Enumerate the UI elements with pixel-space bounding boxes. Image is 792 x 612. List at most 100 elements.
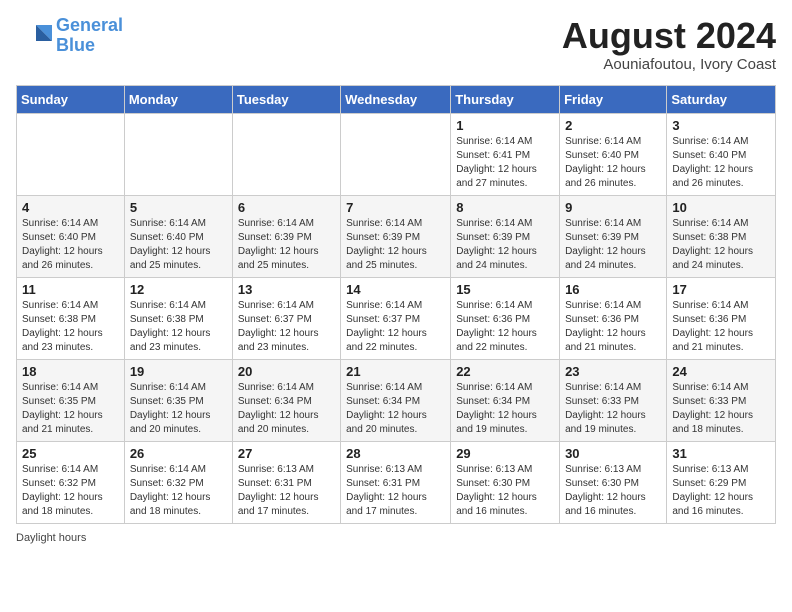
calendar-cell: 31 Sunrise: 6:13 AM Sunset: 6:29 PM Dayli…	[667, 441, 776, 523]
day-info: Sunrise: 6:14 AM Sunset: 6:40 PM Dayligh…	[22, 217, 119, 273]
day-header-saturday: Saturday	[667, 85, 776, 113]
calendar-cell: 20 Sunrise: 6:14 AM Sunset: 6:34 PM Dayli…	[232, 359, 340, 441]
day-info: Sunrise: 6:14 AM Sunset: 6:34 PM Dayligh…	[346, 381, 445, 437]
day-number: 14	[346, 282, 445, 297]
day-info: Sunrise: 6:14 AM Sunset: 6:36 PM Dayligh…	[456, 299, 554, 355]
calendar-cell	[17, 113, 125, 195]
title-block: August 2024 Aouniafoutou, Ivory Coast	[562, 16, 776, 73]
logo-text: General Blue	[56, 16, 123, 56]
day-header-sunday: Sunday	[17, 85, 125, 113]
day-number: 11	[22, 282, 119, 297]
calendar-cell: 8 Sunrise: 6:14 AM Sunset: 6:39 PM Daylig…	[451, 195, 560, 277]
calendar-cell: 11 Sunrise: 6:14 AM Sunset: 6:38 PM Dayli…	[17, 277, 125, 359]
day-info: Sunrise: 6:14 AM Sunset: 6:39 PM Dayligh…	[238, 217, 335, 273]
day-number: 23	[565, 364, 661, 379]
day-number: 12	[130, 282, 227, 297]
calendar-cell: 3Sunrise: 6:14 AM Sunset: 6:40 PM Daylig…	[667, 113, 776, 195]
day-number: 28	[346, 446, 445, 461]
day-number: 22	[456, 364, 554, 379]
day-number: 17	[672, 282, 770, 297]
calendar-cell: 27 Sunrise: 6:13 AM Sunset: 6:31 PM Dayli…	[232, 441, 340, 523]
day-info: Sunrise: 6:13 AM Sunset: 6:31 PM Dayligh…	[346, 463, 445, 519]
calendar-cell: 21 Sunrise: 6:14 AM Sunset: 6:34 PM Dayli…	[341, 359, 451, 441]
footer-text: Daylight hours	[16, 532, 86, 544]
day-number: 21	[346, 364, 445, 379]
day-number: 1	[456, 118, 554, 133]
day-number: 7	[346, 200, 445, 215]
day-number: 6	[238, 200, 335, 215]
calendar-table: SundayMondayTuesdayWednesdayThursdayFrid…	[16, 85, 776, 524]
calendar-cell	[232, 113, 340, 195]
day-header-friday: Friday	[560, 85, 667, 113]
day-number: 19	[130, 364, 227, 379]
calendar-cell: 1Sunrise: 6:14 AM Sunset: 6:41 PM Daylig…	[451, 113, 560, 195]
day-info: Sunrise: 6:14 AM Sunset: 6:35 PM Dayligh…	[130, 381, 227, 437]
day-header-wednesday: Wednesday	[341, 85, 451, 113]
day-number: 25	[22, 446, 119, 461]
day-number: 5	[130, 200, 227, 215]
calendar-cell: 15 Sunrise: 6:14 AM Sunset: 6:36 PM Dayli…	[451, 277, 560, 359]
month-year: August 2024	[562, 16, 776, 56]
logo: General Blue	[16, 16, 123, 56]
logo-line2: Blue	[56, 35, 95, 55]
day-number: 3	[672, 118, 770, 133]
calendar-cell: 10Sunrise: 6:14 AM Sunset: 6:38 PM Dayli…	[667, 195, 776, 277]
calendar-cell: 19 Sunrise: 6:14 AM Sunset: 6:35 PM Dayli…	[124, 359, 232, 441]
calendar-cell: 12Sunrise: 6:14 AM Sunset: 6:38 PM Dayli…	[124, 277, 232, 359]
day-number: 20	[238, 364, 335, 379]
day-info: Sunrise: 6:13 AM Sunset: 6:31 PM Dayligh…	[238, 463, 335, 519]
day-info: Sunrise: 6:13 AM Sunset: 6:29 PM Dayligh…	[672, 463, 770, 519]
day-number: 26	[130, 446, 227, 461]
day-info: Sunrise: 6:14 AM Sunset: 6:38 PM Dayligh…	[672, 217, 770, 273]
calendar-cell	[341, 113, 451, 195]
calendar-cell: 4 Sunrise: 6:14 AM Sunset: 6:40 PM Daylig…	[17, 195, 125, 277]
day-number: 8	[456, 200, 554, 215]
calendar-cell: 9Sunrise: 6:14 AM Sunset: 6:39 PM Daylig…	[560, 195, 667, 277]
day-info: Sunrise: 6:13 AM Sunset: 6:30 PM Dayligh…	[565, 463, 661, 519]
calendar-cell: 23Sunrise: 6:14 AM Sunset: 6:33 PM Dayli…	[560, 359, 667, 441]
calendar-cell: 14 Sunrise: 6:14 AM Sunset: 6:37 PM Dayli…	[341, 277, 451, 359]
calendar-cell: 16Sunrise: 6:14 AM Sunset: 6:36 PM Dayli…	[560, 277, 667, 359]
location: Aouniafoutou, Ivory Coast	[562, 56, 776, 73]
day-info: Sunrise: 6:14 AM Sunset: 6:32 PM Dayligh…	[130, 463, 227, 519]
day-header-tuesday: Tuesday	[232, 85, 340, 113]
calendar-cell: 13Sunrise: 6:14 AM Sunset: 6:37 PM Dayli…	[232, 277, 340, 359]
day-number: 31	[672, 446, 770, 461]
calendar-cell: 25 Sunrise: 6:14 AM Sunset: 6:32 PM Dayli…	[17, 441, 125, 523]
calendar-cell: 7 Sunrise: 6:14 AM Sunset: 6:39 PM Daylig…	[341, 195, 451, 277]
calendar-cell: 18 Sunrise: 6:14 AM Sunset: 6:35 PM Dayli…	[17, 359, 125, 441]
day-info: Sunrise: 6:14 AM Sunset: 6:33 PM Dayligh…	[672, 381, 770, 437]
calendar-cell: 26 Sunrise: 6:14 AM Sunset: 6:32 PM Dayli…	[124, 441, 232, 523]
calendar-cell: 22Sunrise: 6:14 AM Sunset: 6:34 PM Dayli…	[451, 359, 560, 441]
calendar-cell: 24 Sunrise: 6:14 AM Sunset: 6:33 PM Dayli…	[667, 359, 776, 441]
day-number: 15	[456, 282, 554, 297]
day-info: Sunrise: 6:14 AM Sunset: 6:35 PM Dayligh…	[22, 381, 119, 437]
day-info: Sunrise: 6:14 AM Sunset: 6:38 PM Dayligh…	[22, 299, 119, 355]
day-info: Sunrise: 6:14 AM Sunset: 6:37 PM Dayligh…	[238, 299, 335, 355]
day-header-monday: Monday	[124, 85, 232, 113]
day-number: 24	[672, 364, 770, 379]
calendar-cell: 6 Sunrise: 6:14 AM Sunset: 6:39 PM Daylig…	[232, 195, 340, 277]
day-number: 29	[456, 446, 554, 461]
calendar-cell: 2Sunrise: 6:14 AM Sunset: 6:40 PM Daylig…	[560, 113, 667, 195]
day-number: 4	[22, 200, 119, 215]
day-info: Sunrise: 6:14 AM Sunset: 6:40 PM Dayligh…	[565, 135, 661, 191]
day-info: Sunrise: 6:13 AM Sunset: 6:30 PM Dayligh…	[456, 463, 554, 519]
calendar-cell: 17 Sunrise: 6:14 AM Sunset: 6:36 PM Dayli…	[667, 277, 776, 359]
day-info: Sunrise: 6:14 AM Sunset: 6:39 PM Dayligh…	[346, 217, 445, 273]
day-number: 9	[565, 200, 661, 215]
day-info: Sunrise: 6:14 AM Sunset: 6:36 PM Dayligh…	[672, 299, 770, 355]
day-number: 18	[22, 364, 119, 379]
day-header-thursday: Thursday	[451, 85, 560, 113]
calendar-cell: 30 Sunrise: 6:13 AM Sunset: 6:30 PM Dayli…	[560, 441, 667, 523]
day-info: Sunrise: 6:14 AM Sunset: 6:34 PM Dayligh…	[238, 381, 335, 437]
day-info: Sunrise: 6:14 AM Sunset: 6:40 PM Dayligh…	[130, 217, 227, 273]
day-info: Sunrise: 6:14 AM Sunset: 6:37 PM Dayligh…	[346, 299, 445, 355]
calendar-cell: 29 Sunrise: 6:13 AM Sunset: 6:30 PM Dayli…	[451, 441, 560, 523]
day-info: Sunrise: 6:14 AM Sunset: 6:39 PM Dayligh…	[456, 217, 554, 273]
day-number: 30	[565, 446, 661, 461]
day-info: Sunrise: 6:14 AM Sunset: 6:32 PM Dayligh…	[22, 463, 119, 519]
day-number: 27	[238, 446, 335, 461]
calendar-cell: 5 Sunrise: 6:14 AM Sunset: 6:40 PM Daylig…	[124, 195, 232, 277]
logo-icon	[16, 21, 52, 51]
